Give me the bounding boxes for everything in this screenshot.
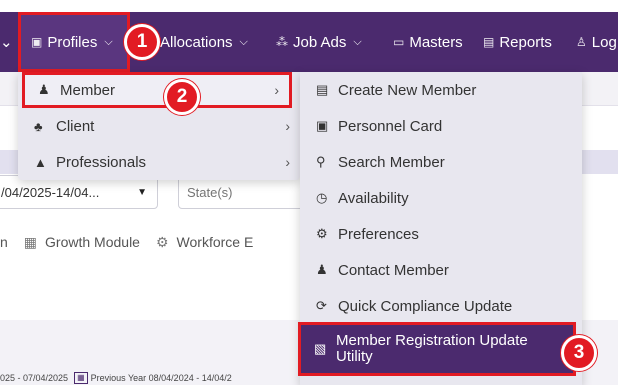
submenu-create-member-label: Create New Member <box>338 81 477 99</box>
module-row: n ▦ Growth Module ⚙ Workforce E <box>0 230 269 254</box>
submenu-search-member[interactable]: ⚲ Search Member <box>300 144 582 180</box>
submenu-preferences-label: Preferences <box>338 225 419 243</box>
submenu-personnel-card-label: Personnel Card <box>338 117 443 135</box>
menu-item-professionals[interactable]: ▲ Professionals › <box>18 144 300 180</box>
menu-item-client[interactable]: ♣ Client › <box>18 108 300 144</box>
current-period: 025 - 07/04/2025 <box>0 373 69 383</box>
date-range-value: /04/2025-14/04... <box>1 184 100 200</box>
nav-reports-label: Reports <box>499 33 552 51</box>
submenu-preferences[interactable]: ⚙ Preferences <box>300 216 582 252</box>
document-icon: ▤ <box>483 35 495 49</box>
nav-reports[interactable]: ▤ Reports <box>483 12 552 72</box>
folder-icon: ▭ <box>393 35 405 49</box>
submenu-create-member[interactable]: ▤ Create New Member <box>300 72 582 108</box>
chevron-right-icon: › <box>274 82 279 98</box>
chevron-down-icon: ⌵ <box>353 35 362 48</box>
submenu-contact-member-label: Contact Member <box>338 261 449 279</box>
module-partial[interactable]: n <box>0 234 8 250</box>
module-partial-label: n <box>0 234 8 250</box>
chevron-down-icon: ⌵ <box>239 35 248 48</box>
chevron-right-icon: › <box>285 118 290 134</box>
step-badge-3: 3 <box>561 335 597 371</box>
submenu-availability[interactable]: ◷ Availability <box>300 180 582 216</box>
nav-allocations-label: Allocations <box>160 33 233 51</box>
network-icon: ⁂ <box>276 35 288 49</box>
nav-logout-label: Log <box>591 33 617 51</box>
submenu-quick-compliance[interactable]: ⟳ Quick Compliance Update <box>300 288 582 324</box>
submenu-contact-member[interactable]: ♟ Contact Member <box>300 252 582 288</box>
step-badge-2: 2 <box>164 79 200 115</box>
module-growth[interactable]: ▦ Growth Module <box>24 234 140 251</box>
top-nav: ⌄ ▣ Profiles ⌵ Allocations ⌵ ⁂ Job Ads ⌵… <box>0 12 618 72</box>
date-info: 025 - 07/04/2025 ▦ Previous Year 08/04/2… <box>0 372 232 384</box>
nav-profiles-label: Profiles <box>47 33 98 51</box>
menu-item-member[interactable]: ♟ Member › <box>22 72 292 108</box>
chevron-down-icon: ⌄ <box>0 34 13 51</box>
graduation-cap-icon: ▲ <box>34 154 47 170</box>
menu-item-member-label: Member <box>60 81 116 99</box>
nav-job-ads-label: Job Ads <box>293 33 347 51</box>
submenu-availability-label: Availability <box>338 189 409 207</box>
caret-down-icon: ▼ <box>137 186 147 198</box>
nav-logout[interactable]: ♙ Log <box>576 12 617 72</box>
excel-file-icon: ▧ <box>314 341 327 356</box>
submenu-registration-utility[interactable]: ▧ Member Registration Update Utility <box>298 322 576 376</box>
user-icon: ♟ <box>316 262 328 277</box>
member-icon: ♟ <box>38 82 50 97</box>
nav-masters[interactable]: ▭ Masters <box>393 12 463 72</box>
previous-period: Previous Year 08/04/2024 - 14/04/2 <box>90 373 232 383</box>
nav-masters-label: Masters <box>409 33 463 51</box>
submenu-personnel-card[interactable]: ▣ Personnel Card <box>300 108 582 144</box>
module-growth-label: Growth Module <box>45 234 140 250</box>
nav-allocations[interactable]: Allocations ⌵ <box>160 12 248 72</box>
profile-card-icon: ▣ <box>31 35 43 49</box>
nav-profiles[interactable]: ▣ Profiles ⌵ <box>18 12 130 72</box>
search-icon: ⚲ <box>316 154 326 169</box>
menu-item-client-label: Client <box>56 117 95 135</box>
date-range-select[interactable]: /04/2025-14/04... ▼ <box>0 175 158 209</box>
users-icon: ♣ <box>34 118 43 134</box>
nav-chevron-partial[interactable]: ⌄ <box>0 12 13 72</box>
step-badge-1: 1 <box>124 24 160 60</box>
user-icon: ♙ <box>576 35 587 49</box>
nav-job-ads[interactable]: ⁂ Job Ads ⌵ <box>276 12 362 72</box>
calendar-icon: ▦ <box>74 372 88 384</box>
gears-icon: ⚙ <box>155 233 169 250</box>
submenu-quick-compliance-label: Quick Compliance Update <box>338 297 513 315</box>
submenu-registration-utility-label: Member Registration Update Utility <box>336 332 528 365</box>
profiles-dropdown: ♟ Member › ♣ Client › ▲ Professionals › <box>18 72 300 180</box>
sync-icon: ⟳ <box>316 298 327 313</box>
menu-item-professionals-label: Professionals <box>56 153 147 171</box>
image-icon: ▣ <box>316 118 329 133</box>
chevron-right-icon: › <box>285 154 290 170</box>
state-input[interactable] <box>178 175 308 209</box>
growth-chart-icon: ▦ <box>23 233 38 250</box>
chevron-down-icon: ⌵ <box>104 35 113 48</box>
document-icon: ▤ <box>316 82 329 97</box>
gear-icon: ⚙ <box>316 226 328 241</box>
module-workforce[interactable]: ⚙ Workforce E <box>156 234 253 251</box>
clock-icon: ◷ <box>316 190 328 205</box>
submenu-search-member-label: Search Member <box>338 153 445 171</box>
module-workforce-label: Workforce E <box>176 234 254 250</box>
